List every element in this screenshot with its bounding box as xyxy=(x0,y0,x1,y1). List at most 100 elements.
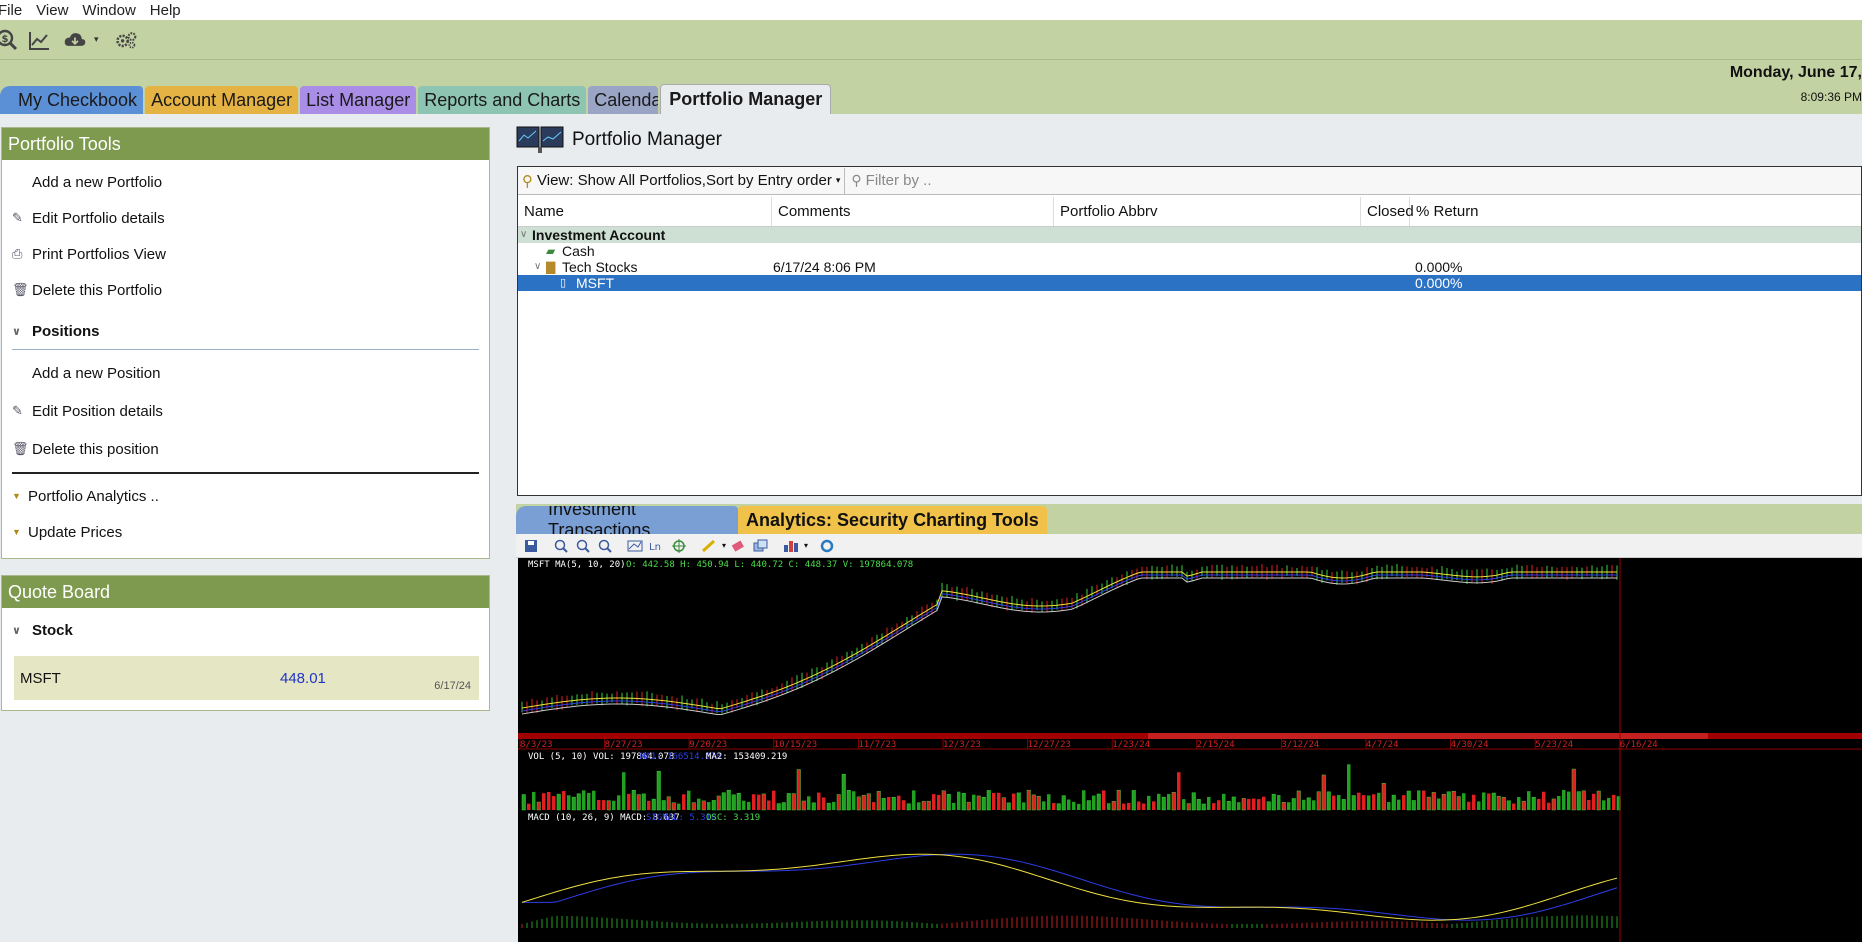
volume-bar xyxy=(587,792,591,810)
zoom-in-icon[interactable] xyxy=(552,539,570,553)
tab-account-manager[interactable]: Account Manager xyxy=(145,86,299,114)
menu-view[interactable]: View xyxy=(36,2,82,19)
volume-bar xyxy=(796,769,801,811)
col-portfolio-abbrv[interactable]: Portfolio Abbrv xyxy=(1054,197,1361,226)
main-toolbar: $ ▾ xyxy=(0,20,1862,60)
col-return[interactable]: % Return xyxy=(1410,197,1610,226)
menu-help[interactable]: Help xyxy=(150,2,195,19)
chevron-down-icon[interactable]: ▾ xyxy=(804,541,808,550)
settings-gears-icon[interactable] xyxy=(113,29,139,51)
volume-bar xyxy=(1612,794,1616,810)
volume-bar xyxy=(1277,794,1281,810)
volume-bar xyxy=(1111,801,1116,811)
splitter-handle[interactable] xyxy=(516,498,1862,502)
volume-bar xyxy=(891,796,896,811)
volume-bar xyxy=(1441,793,1446,811)
quote-row[interactable]: MSFT 448.01 6/17/24 xyxy=(14,656,479,700)
tab-security-charting-tools[interactable]: Analytics: Security Charting Tools xyxy=(738,506,1047,534)
edit-portfolio-link[interactable]: ✎ Edit Portfolio details xyxy=(2,200,489,236)
quote-board-panel: Quote Board ∨ Stock MSFT 448.01 6/17/24 xyxy=(1,575,490,711)
crosshair-icon[interactable] xyxy=(670,538,688,553)
price-chart-canvas: MSFT MA(5, 10, 20) O: 442.58 H: 450.94 L… xyxy=(518,558,1862,942)
scatter-icon[interactable] xyxy=(626,539,644,553)
volume-bar xyxy=(997,792,1001,810)
col-comments[interactable]: Comments xyxy=(772,197,1054,226)
volume-bar xyxy=(576,793,581,811)
update-prices-link[interactable]: ▼ Update Prices xyxy=(2,514,489,550)
volume-bar xyxy=(822,797,826,810)
tab-list-manager[interactable]: List Manager xyxy=(300,86,417,114)
table-row[interactable]: ▰ Cash xyxy=(518,243,1861,259)
positions-section-header[interactable]: ∨ Positions xyxy=(12,314,479,350)
volume-bar xyxy=(1271,793,1276,811)
volume-bar xyxy=(1171,792,1176,811)
chevron-down-icon[interactable]: ▾ xyxy=(94,34,99,45)
portfolio-tools-panel: Portfolio Tools Add a new Portfolio ✎ Edi… xyxy=(1,127,490,559)
volume-bar xyxy=(1602,800,1606,810)
menu-file[interactable]: File xyxy=(0,2,36,19)
group-row[interactable]: ∨ Investment Account xyxy=(518,227,1861,243)
tab-my-checkbook[interactable]: My Checkbook xyxy=(0,86,144,114)
zoom-out-icon[interactable] xyxy=(574,539,592,553)
volume-bar xyxy=(1077,803,1081,810)
bottom-tab-bar: Investment Transactions Analytics: Secur… xyxy=(516,504,1862,534)
volume-bar xyxy=(1296,790,1301,811)
filter-bar: ⚲ View: Show All Portfolios,Sort by Entr… xyxy=(518,167,1861,195)
chevron-down-icon[interactable]: ▾ xyxy=(722,541,726,550)
refresh-icon[interactable] xyxy=(818,539,836,553)
volume-bar xyxy=(552,796,556,810)
tab-reports-and-charts[interactable]: Reports and Charts xyxy=(418,86,587,114)
cloud-download-icon[interactable] xyxy=(62,29,88,51)
volume-bar xyxy=(1127,802,1131,810)
edit-position-link[interactable]: ✎ Edit Position details xyxy=(2,392,489,430)
volume-bar xyxy=(1287,802,1291,810)
menu-window[interactable]: Window xyxy=(82,2,149,19)
ma20-line xyxy=(521,577,1617,715)
volume-bar xyxy=(1061,795,1066,811)
volume-bar xyxy=(1406,790,1411,811)
print-portfolios-link[interactable]: ⎙ Print Portfolios View xyxy=(2,236,489,272)
chart-line-icon[interactable] xyxy=(28,29,50,51)
linear-icon[interactable]: Ln xyxy=(648,539,666,553)
copy-icon[interactable] xyxy=(752,539,770,553)
volume-bar xyxy=(1547,802,1551,810)
view-dropdown[interactable]: ⚲ View: Show All Portfolios,Sort by Entr… xyxy=(518,167,846,194)
delete-portfolio-link[interactable]: 🗑 Delete this Portfolio xyxy=(2,272,489,308)
stock-section-header[interactable]: ∨ Stock xyxy=(12,612,479,648)
zoom-fit-icon[interactable] xyxy=(596,539,614,553)
portfolio-analytics-link[interactable]: ▼ Portfolio Analytics .. xyxy=(2,478,489,514)
tab-portfolio-manager[interactable]: Portfolio Manager xyxy=(660,84,832,114)
volume-bar xyxy=(612,800,616,810)
volume-bar xyxy=(602,800,606,810)
volume-bar xyxy=(571,796,576,811)
table-row[interactable]: ∨ ▇ Tech Stocks 6/17/24 8:06 PM 0.000% xyxy=(518,259,1861,275)
table-row-selected[interactable]: ▯ MSFT 0.000% xyxy=(518,275,1861,291)
volume-bar xyxy=(701,800,706,811)
volume-bar xyxy=(1326,791,1331,811)
col-name[interactable]: Name xyxy=(518,197,772,226)
eraser-icon[interactable] xyxy=(730,539,748,553)
add-portfolio-link[interactable]: Add a new Portfolio xyxy=(2,164,489,200)
filter-input[interactable]: Filter by .. xyxy=(866,172,932,189)
security-chart[interactable]: MSFT MA(5, 10, 20) O: 442.58 H: 450.94 L… xyxy=(518,558,1862,942)
volume-bar xyxy=(1321,774,1326,811)
volume-bar xyxy=(731,794,736,811)
volume-bar xyxy=(1031,794,1036,811)
pencil-icon[interactable] xyxy=(700,539,718,553)
dollar-search-icon[interactable]: $ xyxy=(0,29,18,51)
portfolio-manager-area: Portfolio Manager ⚲ View: Show All Portf… xyxy=(516,114,1862,942)
tab-calendar[interactable]: Calendar xyxy=(588,86,659,114)
volume-bar xyxy=(736,792,741,811)
volume-bar xyxy=(836,794,841,811)
volume-bar xyxy=(1426,796,1431,811)
add-position-link[interactable]: Add a new Position xyxy=(2,354,489,392)
save-icon[interactable] xyxy=(522,539,540,553)
volume-bar xyxy=(1262,796,1266,810)
col-closed[interactable]: Closed xyxy=(1361,197,1414,226)
volume-bar xyxy=(861,794,866,811)
tab-investment-transactions[interactable]: Investment Transactions xyxy=(516,506,738,534)
delete-position-link[interactable]: 🗑 Delete this position xyxy=(2,430,489,468)
scroll-thumb[interactable] xyxy=(1148,733,1708,739)
volume-bar xyxy=(656,770,661,811)
bar-chart-icon[interactable] xyxy=(782,539,800,553)
